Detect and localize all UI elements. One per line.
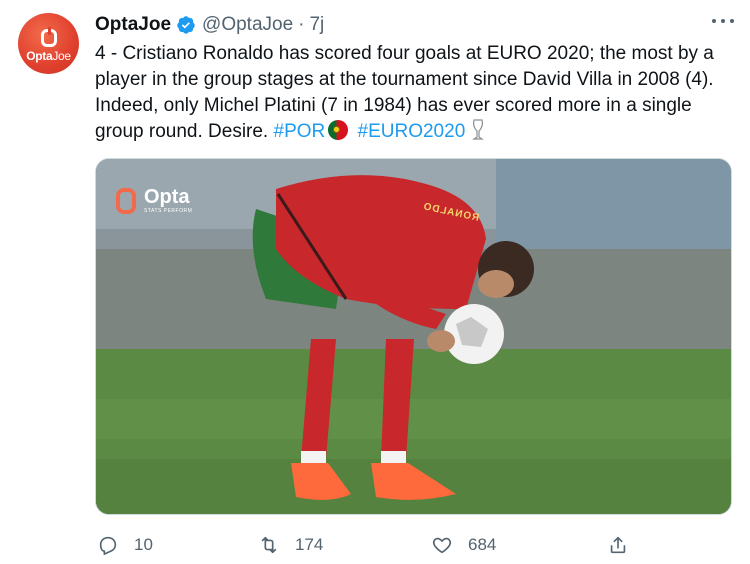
verified-badge-icon bbox=[177, 16, 195, 34]
like-icon bbox=[432, 537, 452, 554]
avatar-brand-light: Joe bbox=[52, 48, 71, 63]
reply-count: 10 bbox=[134, 535, 153, 554]
separator-dot: · bbox=[298, 14, 305, 35]
portugal-flag-icon bbox=[328, 120, 349, 140]
hashtag-euro2020[interactable]: #EURO2020 bbox=[358, 121, 466, 142]
opta-watermark-sub: STATS PERFORM bbox=[144, 208, 193, 214]
tweet-image[interactable]: Opta STATS PERFORM RONALDO bbox=[95, 158, 732, 515]
opta-watermark-icon bbox=[116, 187, 136, 214]
display-name[interactable]: OptaJoe bbox=[95, 14, 171, 36]
share-icon bbox=[610, 536, 626, 554]
opta-logo-icon bbox=[40, 26, 57, 47]
avatar[interactable]: OptaJoe bbox=[18, 13, 79, 74]
share-button[interactable] bbox=[607, 530, 629, 560]
tweet-header: OptaJoe @OptaJoe · 7j bbox=[95, 13, 324, 37]
trophy-icon bbox=[472, 119, 485, 140]
avatar-brand-bold: Opta bbox=[26, 48, 53, 63]
like-count: 684 bbox=[468, 535, 497, 554]
opta-watermark-brand: Opta bbox=[144, 186, 190, 208]
reply-button[interactable]: 10 bbox=[97, 530, 153, 560]
handle[interactable]: @OptaJoe bbox=[202, 14, 293, 36]
tweet[interactable]: OptaJoe OptaJoe @OptaJoe · 7j 4 - Cristi… bbox=[0, 0, 750, 564]
retweet-button[interactable]: 174 bbox=[258, 530, 323, 560]
timestamp[interactable]: 7j bbox=[309, 14, 324, 36]
opta-watermark: Opta STATS PERFORM bbox=[116, 187, 192, 214]
more-icon[interactable] bbox=[712, 16, 734, 26]
retweet-icon bbox=[261, 536, 277, 554]
avatar-brand-text: OptaJoe bbox=[26, 49, 71, 63]
like-button[interactable]: 684 bbox=[431, 530, 496, 560]
reply-icon bbox=[99, 536, 117, 555]
tweet-actions: 10 174 684 bbox=[95, 530, 655, 560]
hashtag-por[interactable]: #POR bbox=[274, 121, 326, 142]
tweet-text: 4 - Cristiano Ronaldo has scored four go… bbox=[95, 41, 735, 145]
retweet-count: 174 bbox=[295, 535, 324, 554]
